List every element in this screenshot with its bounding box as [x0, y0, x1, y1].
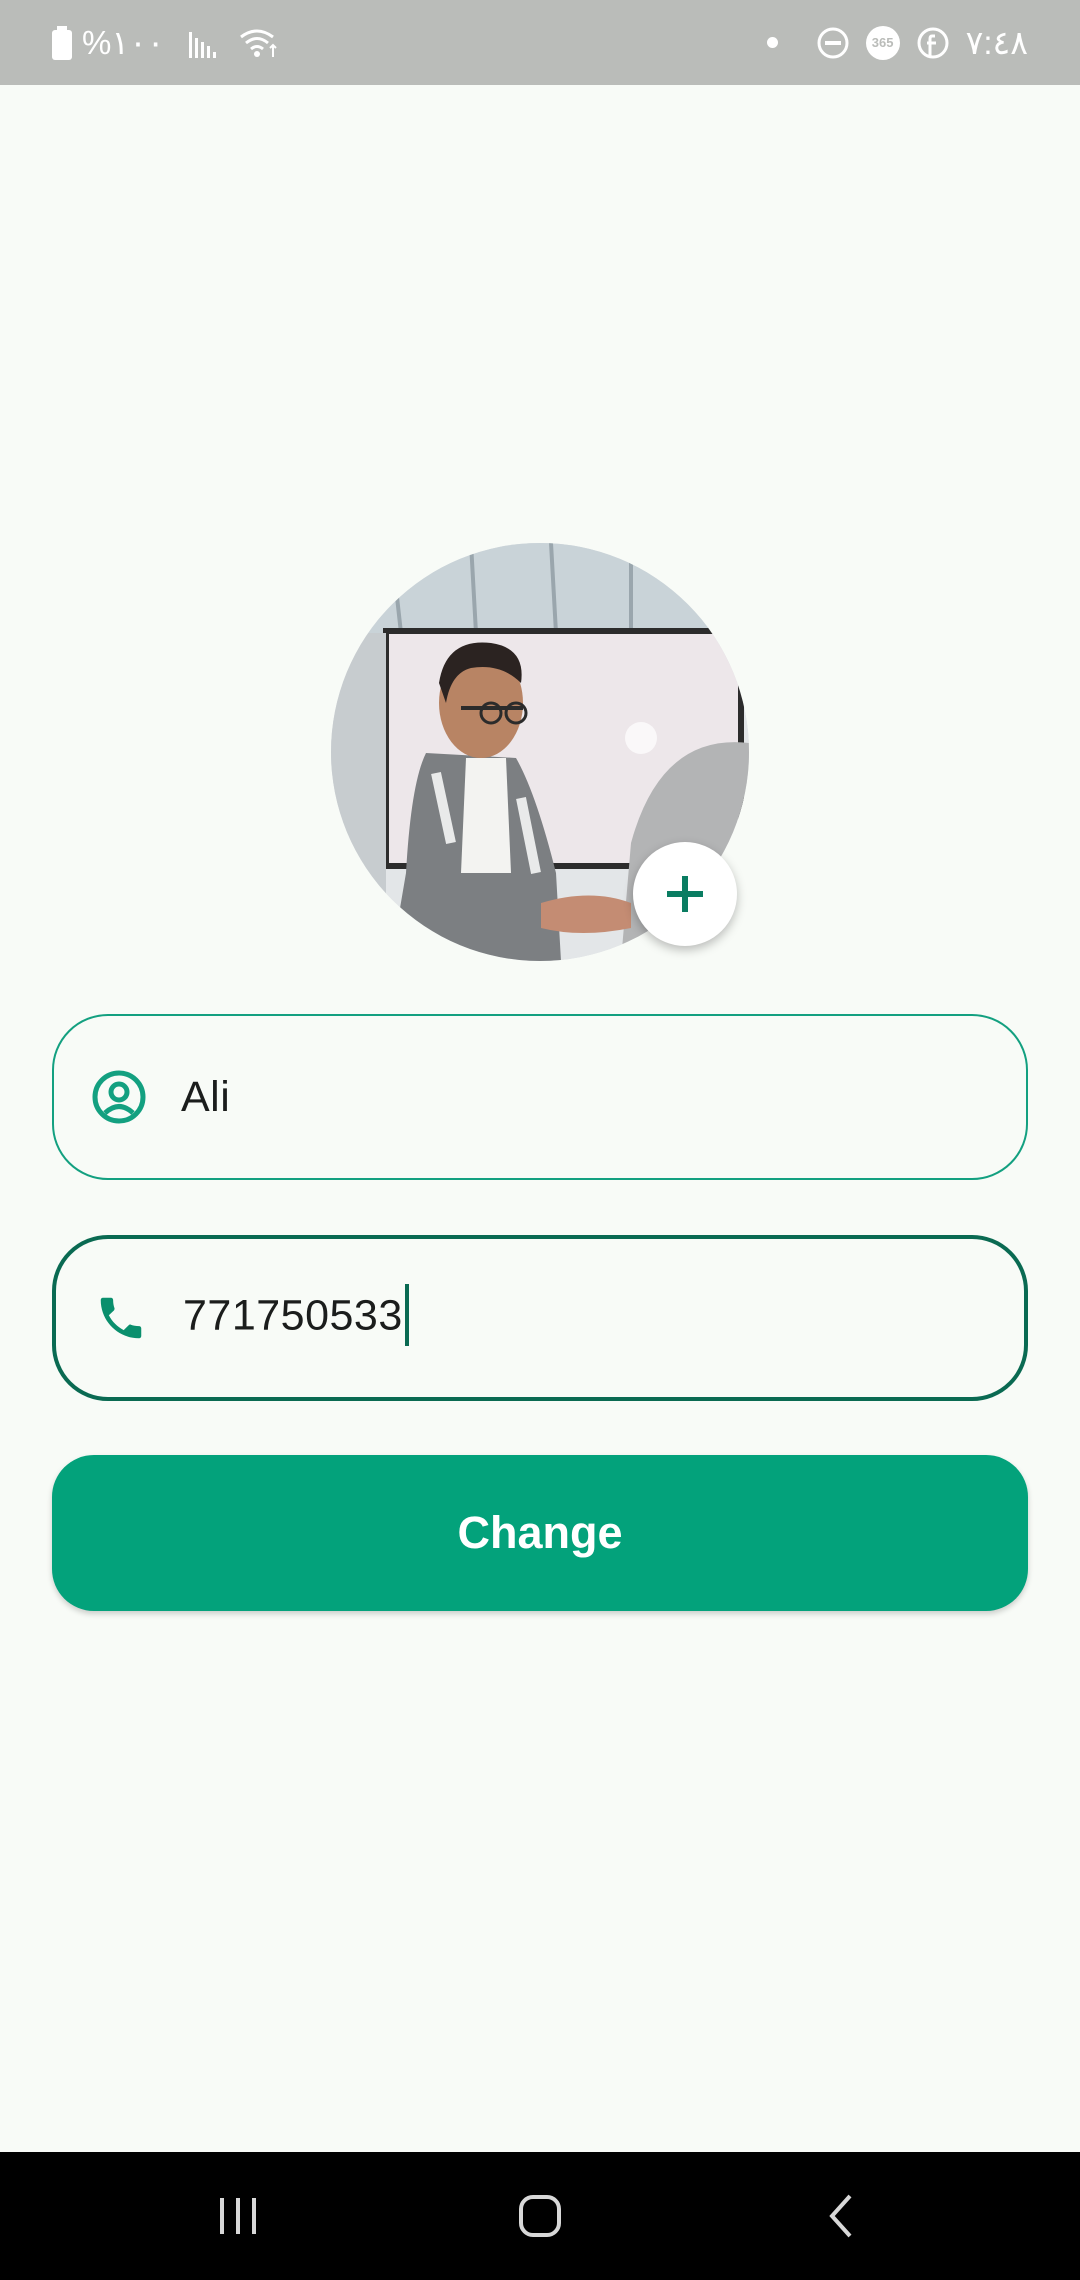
status-bar-left: %١٠٠ — [52, 0, 279, 85]
home-icon — [519, 2195, 561, 2237]
status-bar: %١٠٠ 365 ٧:٤٨ — [0, 0, 1080, 85]
status-bar-right: 365 ٧:٤٨ — [766, 0, 1028, 85]
office-365-icon: 365 — [865, 25, 900, 60]
plus-icon — [667, 876, 703, 912]
name-field[interactable]: Ali — [52, 1014, 1028, 1180]
battery-icon — [52, 25, 72, 60]
avatar-container — [331, 543, 749, 961]
change-button-label: Change — [457, 1507, 623, 1558]
do-not-disturb-icon — [816, 26, 850, 60]
add-photo-button[interactable] — [633, 842, 737, 946]
back-icon — [829, 2194, 852, 2238]
name-input-value[interactable]: Ali — [181, 1073, 230, 1122]
back-button[interactable] — [752, 2152, 932, 2280]
text-cursor — [404, 1284, 409, 1346]
recent-apps-icon — [220, 2198, 256, 2234]
wifi-icon — [239, 27, 279, 59]
person-circle-icon — [88, 1066, 150, 1128]
battery-percent: %١٠٠ — [82, 24, 165, 61]
phone-field[interactable]: 771750533 — [52, 1235, 1028, 1401]
phone-input-wrapper[interactable]: 771750533 — [183, 1284, 409, 1349]
signal-icon — [188, 28, 221, 58]
phone-icon — [90, 1287, 152, 1349]
recent-apps-button[interactable] — [148, 2152, 328, 2280]
clock: ٧:٤٨ — [965, 24, 1028, 61]
home-button[interactable] — [450, 2152, 630, 2280]
change-button[interactable]: Change — [52, 1455, 1028, 1611]
notification-dot — [766, 37, 778, 48]
phone-input-value[interactable]: 771750533 — [183, 1291, 403, 1339]
facebook-icon — [916, 26, 950, 60]
navigation-bar — [0, 2152, 1080, 2280]
